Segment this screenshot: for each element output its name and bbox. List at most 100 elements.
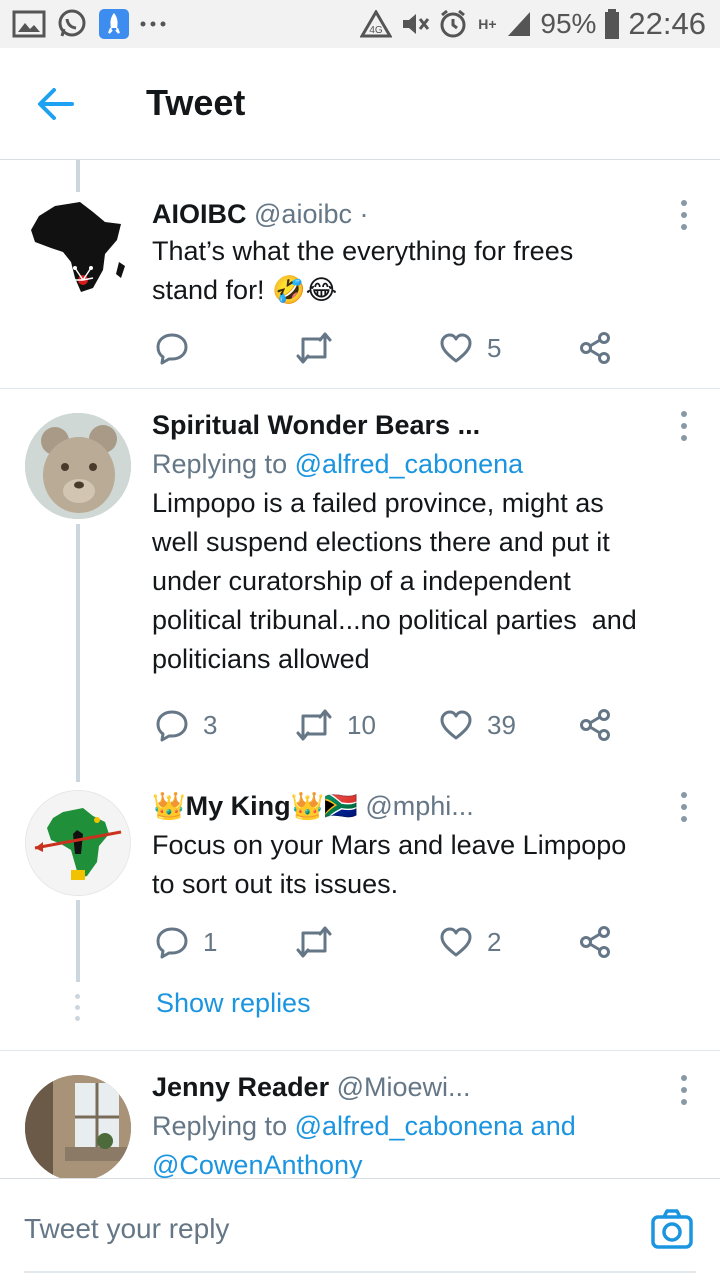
reply-icon xyxy=(156,927,188,959)
teddy-bear-avatar xyxy=(25,413,131,519)
africa-flag-avatar xyxy=(26,791,130,895)
network-type-icon: H+ xyxy=(476,17,498,31)
reply-icon xyxy=(156,710,188,742)
replying-to-prefix: Replying to xyxy=(152,1111,295,1141)
user-handle[interactable]: @aioibc · xyxy=(254,199,368,229)
thread-connector xyxy=(76,900,80,982)
like-count: 2 xyxy=(487,926,502,957)
reply-input[interactable]: Tweet your reply xyxy=(24,1213,229,1245)
more-notifications-icon xyxy=(140,20,166,28)
user-handle[interactable]: @Mioewi... xyxy=(337,1072,471,1102)
thread-connector xyxy=(76,524,80,782)
back-arrow-icon[interactable] xyxy=(36,86,76,122)
africa-map-avatar xyxy=(31,202,125,292)
top-app-bar: Tweet xyxy=(0,48,720,160)
display-name[interactable]: Spiritual Wonder Bears ... xyxy=(152,410,480,440)
tweet-text: Focus on your Mars and leave Limpopo to … xyxy=(152,826,702,904)
like-count: 5 xyxy=(487,332,502,363)
tweet-my-king[interactable]: 👑My King👑🇿🇦 @mphi... Focus on your Mars … xyxy=(0,770,720,980)
retweet-icon xyxy=(296,709,332,741)
whatsapp-notification-icon xyxy=(56,8,88,40)
avatar[interactable] xyxy=(25,196,131,302)
more-options-icon[interactable] xyxy=(678,1075,690,1105)
signal-icon xyxy=(506,10,532,38)
page-title: Tweet xyxy=(146,82,246,123)
tweet-aioibc[interactable]: AIOIBC @aioibc · That’s what the everyth… xyxy=(0,160,720,388)
retweet-button[interactable] xyxy=(295,922,347,962)
tweet-text-line: to sort out its issues. xyxy=(152,869,399,899)
tweet-text: Limpopo is a failed province, might as w… xyxy=(152,484,702,679)
tweet-text: That’s what the everything for frees sta… xyxy=(152,232,702,310)
tweet-jenny-reader[interactable]: Jenny Reader @Mioewi... Replying to @alf… xyxy=(0,1051,720,1178)
retweet-button[interactable]: 10 xyxy=(295,705,376,745)
show-replies-link[interactable]: Show replies xyxy=(156,988,311,1019)
rocket-app-icon xyxy=(98,8,130,40)
user-handle[interactable]: @mphi... xyxy=(365,791,473,821)
share-icon xyxy=(580,709,610,741)
like-button[interactable]: 2 xyxy=(439,922,501,962)
warning-4g-icon: 4G xyxy=(360,10,393,38)
tweet-text-line: Focus on your Mars and leave Limpopo xyxy=(152,830,627,860)
share-icon xyxy=(580,332,610,364)
tweet-text-line: That’s what the everything for frees xyxy=(152,236,574,266)
alarm-icon xyxy=(438,9,468,39)
mute-icon xyxy=(400,10,430,38)
battery-icon xyxy=(604,9,620,39)
retweet-button[interactable] xyxy=(295,328,347,368)
replying-to-link[interactable]: @CowenAnthony xyxy=(152,1150,363,1178)
reply-composer[interactable]: Tweet your reply xyxy=(0,1178,720,1280)
reply-count: 3 xyxy=(203,709,218,740)
more-options-icon[interactable] xyxy=(678,792,690,822)
share-button[interactable] xyxy=(579,328,611,368)
heart-icon xyxy=(440,333,472,363)
replying-to-link[interactable]: @alfred_cabonena and xyxy=(295,1111,576,1141)
tweet-header: Spiritual Wonder Bears ... xyxy=(152,407,702,443)
like-button[interactable]: 39 xyxy=(439,705,516,745)
replying-to-cont: @CowenAnthony xyxy=(152,1146,702,1178)
retweet-icon xyxy=(296,332,332,364)
share-icon xyxy=(580,926,610,958)
display-name[interactable]: Jenny Reader xyxy=(152,1072,329,1102)
tweet-header: 👑My King👑🇿🇦 @mphi... xyxy=(152,788,702,824)
tweet-header: Jenny Reader @Mioewi... xyxy=(152,1069,702,1105)
heart-icon xyxy=(440,710,472,740)
tweet-text-line: under curatorship of a independent xyxy=(152,566,571,596)
share-button[interactable] xyxy=(579,922,611,962)
thread-continuation-dots xyxy=(75,994,81,1021)
display-name[interactable]: AIOIBC xyxy=(152,199,247,229)
display-name[interactable]: 👑My King👑🇿🇦 xyxy=(152,791,358,821)
more-options-icon[interactable] xyxy=(678,200,690,230)
clock: 22:46 xyxy=(628,6,706,41)
battery-percent: 95% xyxy=(540,8,597,39)
avatar[interactable] xyxy=(25,413,131,519)
replying-to-link[interactable]: @alfred_cabonena xyxy=(295,449,524,479)
tweet-header: AIOIBC @aioibc · xyxy=(152,196,702,232)
reply-input-underline xyxy=(24,1271,696,1273)
more-options-icon[interactable] xyxy=(678,411,690,441)
tweet-spiritual-wonder-bears[interactable]: Spiritual Wonder Bears ... Replying to @… xyxy=(0,389,720,769)
gallery-notification-icon xyxy=(12,9,46,39)
avatar[interactable] xyxy=(25,790,131,896)
heart-icon xyxy=(440,927,472,957)
retweet-count: 10 xyxy=(347,709,376,740)
like-count: 39 xyxy=(487,709,516,740)
avatar[interactable] xyxy=(25,1075,131,1178)
tweet-text-line: politicians allowed xyxy=(152,644,370,674)
replying-to: Replying to @alfred_cabonena xyxy=(152,445,702,484)
like-button[interactable]: 5 xyxy=(439,328,501,368)
reply-icon xyxy=(156,333,188,365)
reply-button[interactable] xyxy=(155,328,203,368)
reply-button[interactable]: 3 xyxy=(155,705,217,745)
replying-to: Replying to @alfred_cabonena and xyxy=(152,1107,702,1146)
reply-button[interactable]: 1 xyxy=(155,922,217,962)
status-bar: 4G H+ 95% 22:46 xyxy=(0,0,720,48)
share-button[interactable] xyxy=(579,705,611,745)
tweet-text-line: political tribunal...no political partie… xyxy=(152,605,637,635)
svg-text:4G: 4G xyxy=(370,25,384,36)
retweet-icon xyxy=(296,926,332,958)
camera-icon[interactable] xyxy=(650,1207,694,1251)
tweet-text-line: stand for! 🤣😂 xyxy=(152,275,338,305)
window-photo-avatar xyxy=(25,1075,131,1178)
tweet-text-line: Limpopo is a failed province, might as xyxy=(152,488,604,518)
tweet-text-line: well suspend elections there and put it xyxy=(152,527,610,557)
